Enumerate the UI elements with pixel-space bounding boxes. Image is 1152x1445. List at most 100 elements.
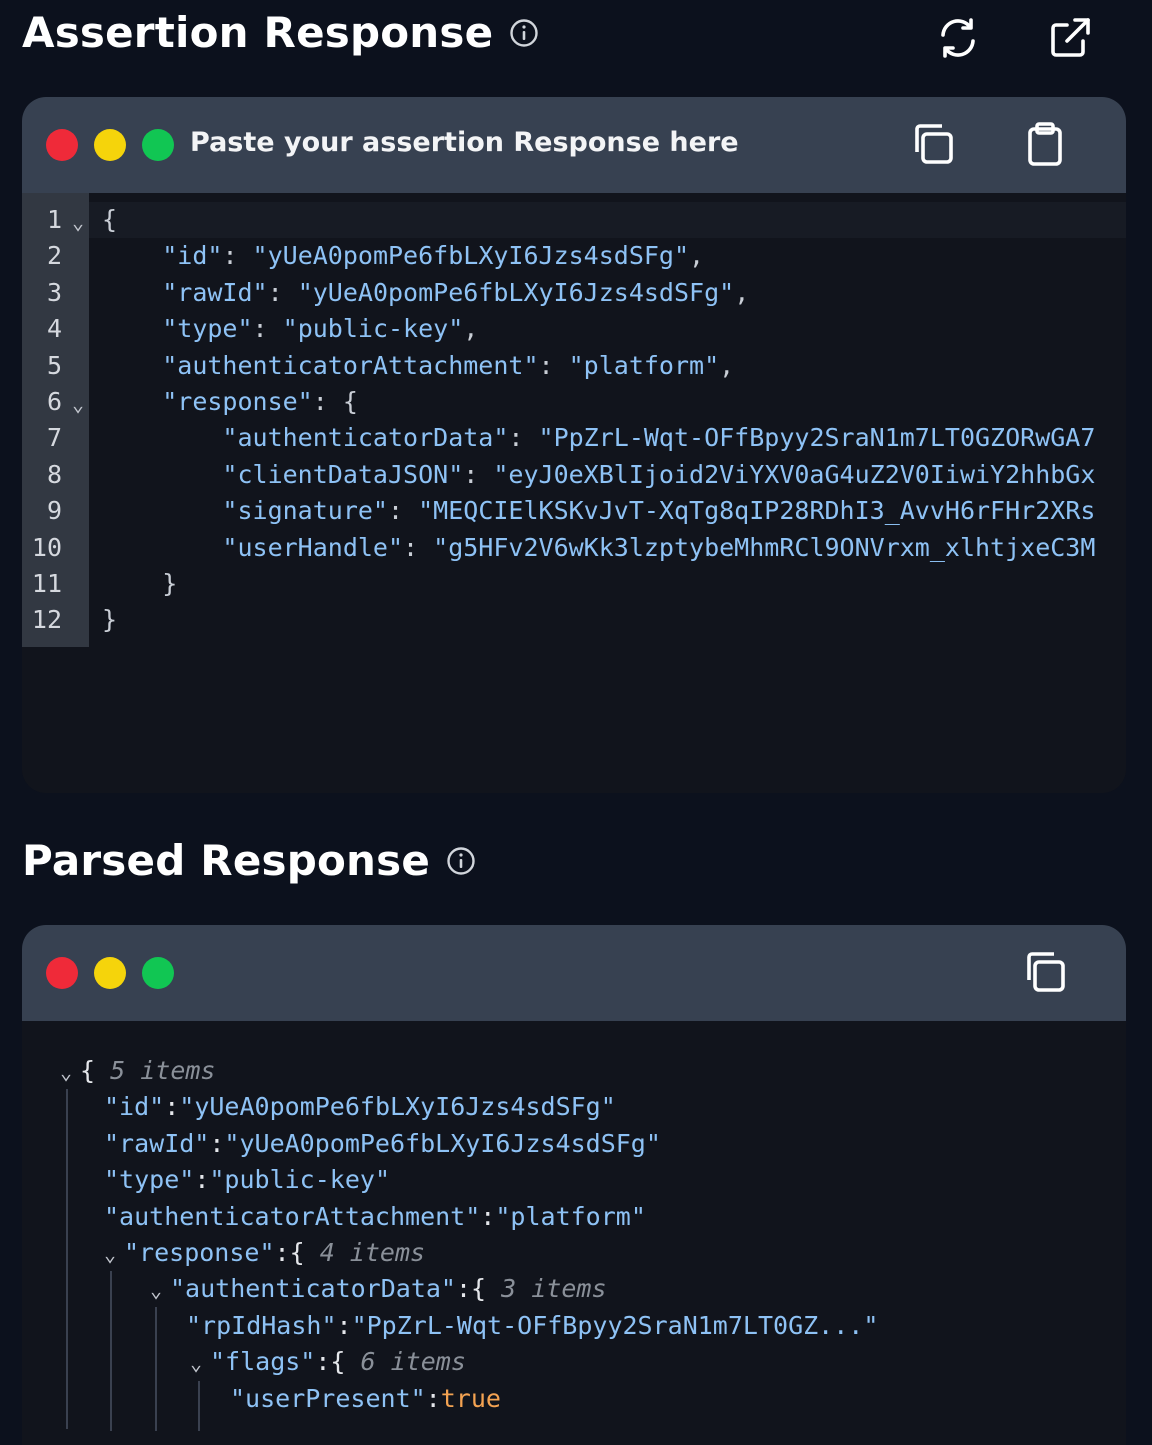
item-count: 3 items [501,1274,607,1304]
section-title: Parsed Response [22,836,431,885]
json-string: "g5HFv2V6wKk3lzptybeMhmRCl9ONVrxm_xlhtjx… [433,532,1096,562]
chevron-down-icon[interactable]: ⌄ [150,1272,170,1308]
code-line[interactable]: 7 "authenticatorData": "PpZrL-Wqt-OFfBpy… [22,420,1126,456]
json-string: "PpZrL-Wqt-OFfBpyy2SraN1m7LT0GZORwGA7 [538,423,1096,453]
tree-colon: : [425,1383,441,1413]
copy-button[interactable] [908,121,958,171]
code-line[interactable]: 5 "authenticatorAttachment": "platform", [22,348,1126,384]
refresh-icon [935,15,981,65]
line-number: 10 [31,532,62,562]
tree-key: "flags" [210,1347,316,1377]
code-text: "authenticatorAttachment": "platform", [102,348,734,384]
parsed-response-heading: Parsed Response [22,836,476,885]
chevron-down-icon[interactable]: ⌄ [190,1345,210,1381]
json-tree-view: ⌄{ 5 items "id":"yUeA0pomPe6fbLXyI6Jzs4sd… [22,1021,1126,1431]
window-dot-red [46,129,78,161]
parsed-response-panel: ⌄{ 5 items "id":"yUeA0pomPe6fbLXyI6Jzs4sd… [22,925,1126,1445]
tree-colon: : [455,1274,472,1304]
json-key: "signature" [222,496,388,526]
panel-header: Paste your assertion Response here [22,97,1126,193]
json-punctuation: : { [312,387,358,416]
item-count: 6 items [360,1347,466,1377]
chevron-down-icon[interactable]: ⌄ [72,386,84,422]
external-link-icon [1047,15,1093,65]
code-line[interactable]: 3 "rawId": "yUeA0pomPe6fbLXyI6Jzs4sdSFg"… [22,275,1126,311]
json-punctuation: } [162,569,178,598]
tree-key: "response" [124,1238,275,1267]
info-icon[interactable] [446,846,476,876]
json-punctuation: , [463,314,479,344]
line-number: 1 [46,205,62,234]
code-line[interactable]: 11 } [22,566,1126,602]
code-line[interactable]: 10 "userHandle": "g5HFv2V6wKk3lzptybeMhm… [22,530,1126,566]
window-dot-yellow [94,129,126,161]
tree-key: "rawId" [104,1128,210,1158]
refresh-button[interactable] [932,14,984,66]
code-editor[interactable]: 1 ⌄ {2 "id": "yUeA0pomPe6fbLXyI6Jzs4sdSFg"… [22,193,1126,793]
json-string: "platform" [568,350,720,380]
tree-node[interactable]: ⌄ "response":{ 4 items [104,1235,425,1271]
code-text: "rawId": "yUeA0pomPe6fbLXyI6Jzs4sdSFg", [102,275,749,311]
line-number: 3 [46,277,62,307]
paste-button[interactable] [1020,121,1070,171]
code-line[interactable]: 9 "signature": "MEQCIElKSKvJvT-XqTg8qIP2… [22,493,1126,529]
editor-placeholder-title: Paste your assertion Response here [190,127,739,158]
json-key: "response" [162,387,313,416]
copy-button[interactable] [1020,949,1070,999]
item-count: 4 items [319,1238,426,1267]
line-number: 12 [31,605,62,635]
json-punctuation: { [102,205,118,234]
code-text: "clientDataJSON": "eyJ0eXBlIjoid2ViYXV0a… [102,457,1095,493]
tree-key: "userPresent" [230,1383,426,1413]
tree-colon: : [209,1128,225,1158]
tree-colon: : [480,1201,496,1231]
json-punctuation: : [463,459,494,489]
tree-leaf: "type":"public-key" [104,1162,390,1198]
json-key: "authenticatorAttachment" [162,350,539,380]
code-line[interactable]: 12} [22,602,1126,638]
json-string: "MEQCIElKSKvJvT-XqTg8qIP28RDhI3_AvvH6rFH… [418,496,1096,526]
tree-key: "id" [104,1092,165,1122]
open-external-button[interactable] [1044,14,1096,66]
json-punctuation: , [734,277,750,307]
line-number: 11 [31,569,62,598]
line-number: 5 [46,350,62,380]
code-line[interactable]: 8 "clientDataJSON": "eyJ0eXBlIjoid2ViYXV… [22,457,1126,493]
chevron-down-icon[interactable]: ⌄ [104,1236,124,1272]
tree-leaf: "id":"yUeA0pomPe6fbLXyI6Jzs4sdSFg" [104,1089,616,1125]
code-line[interactable]: 6 ⌄ "response": { [22,384,1126,420]
info-icon[interactable] [509,18,539,48]
window-dot-yellow [94,957,126,989]
tree-brace: { [471,1274,502,1304]
tree-node[interactable]: ⌄ "flags":{ 6 items [190,1344,466,1380]
code-line[interactable]: 2 "id": "yUeA0pomPe6fbLXyI6Jzs4sdSFg", [22,238,1126,274]
tree-brace: { [330,1347,361,1377]
json-string: "public-key" [282,314,464,344]
chevron-down-icon[interactable]: ⌄ [72,204,84,240]
tree-leaf: "rpIdHash":"PpZrL-Wqt-OFfBpyy2SraN1m7LT0… [186,1308,878,1344]
tree-node[interactable]: ⌄ "authenticatorData":{ 3 items [150,1271,607,1307]
item-count: 5 items [110,1056,216,1085]
tree-key: "rpIdHash" [186,1310,337,1340]
window-dot-red [46,957,78,989]
code-text: } [102,602,117,638]
chevron-down-icon[interactable]: ⌄ [60,1054,80,1090]
json-punctuation: : [252,314,283,344]
json-string: "yUeA0pomPe6fbLXyI6Jzs4sdSFg" [297,277,735,307]
code-text: "id": "yUeA0pomPe6fbLXyI6Jzs4sdSFg", [102,238,704,274]
tree-brace: { [80,1056,111,1085]
line-number: 4 [46,314,62,344]
line-number: 2 [46,241,62,271]
code-text: { [102,202,117,238]
code-line[interactable]: 1 ⌄ { [22,202,1126,238]
code-line[interactable]: 4 "type": "public-key", [22,311,1126,347]
json-key: "type" [162,314,253,344]
tree-value: "platform" [495,1201,646,1231]
window-dot-green [142,957,174,989]
tree-node[interactable]: ⌄{ 5 items [60,1053,215,1089]
json-punctuation: } [102,605,118,635]
json-punctuation: : [388,496,419,526]
assertion-editor-panel: Paste your assertion Response here 1 ⌄ {2 … [22,97,1126,793]
code-text: "userHandle": "g5HFv2V6wKk3lzptybeMhmRCl… [102,530,1095,566]
json-punctuation: : [267,277,298,307]
